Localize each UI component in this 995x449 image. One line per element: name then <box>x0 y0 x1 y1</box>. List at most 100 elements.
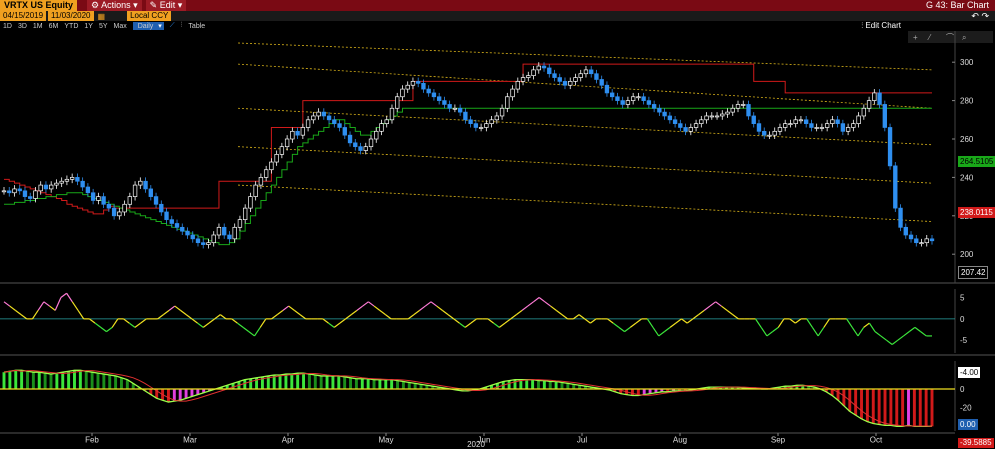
oscillator-segment <box>652 327 660 337</box>
candle-body <box>305 119 311 128</box>
histogram-bar <box>390 379 394 389</box>
period-6m[interactable]: 6M <box>49 23 59 30</box>
candle-body <box>169 219 174 224</box>
period-5y[interactable]: 5Y <box>99 23 108 30</box>
candle-body <box>43 184 49 190</box>
candle-body <box>353 142 358 148</box>
actions-menu-button[interactable]: ⚙ Actions ▾ <box>87 0 142 11</box>
histogram-bar <box>190 389 194 397</box>
oscillator-segment <box>254 327 261 337</box>
candle-body <box>803 119 809 124</box>
edit-chart-label: Edit Chart <box>865 21 901 30</box>
candle-body <box>651 104 657 109</box>
candle-body <box>589 69 594 75</box>
y-tick-label: 0 <box>960 385 965 394</box>
histogram-bar <box>907 389 910 426</box>
candle-body <box>159 203 164 213</box>
candle-body <box>80 180 85 188</box>
oscillator-panel: 5 0 -5 <box>0 289 995 356</box>
ticker-field[interactable]: VRTX US Equity <box>0 0 78 11</box>
oscillator-segment <box>789 318 796 324</box>
candle-body <box>667 115 673 121</box>
annotate-icon[interactable]: ⌒ <box>946 33 954 42</box>
line-chart-icon[interactable]: ⟋ <box>170 22 175 30</box>
oscillator-segment <box>550 305 557 311</box>
candle-body <box>311 115 316 121</box>
histogram-bar <box>912 389 916 427</box>
oscillator-segment <box>914 326 921 333</box>
candle-body <box>861 107 867 117</box>
currency-field[interactable]: Local CCY <box>127 11 172 21</box>
candle-body <box>12 188 17 194</box>
histogram-bar <box>2 372 6 389</box>
oscillator-segment <box>527 301 534 307</box>
candle-body <box>284 138 290 148</box>
oscillator-segment <box>533 297 540 303</box>
oscillator-segment <box>293 309 301 316</box>
undo-icon[interactable]: ↶ <box>971 11 979 21</box>
edit-chart-button[interactable]: ⫶ Edit Chart <box>861 21 901 31</box>
candlestick-icon[interactable]: ⫶ <box>181 22 183 30</box>
histogram-bar <box>642 389 646 395</box>
candle-body <box>237 219 243 228</box>
oscillator-segment <box>607 318 614 324</box>
histogram-bar <box>566 383 570 389</box>
histogram-bar <box>55 373 59 389</box>
candle-body <box>772 130 777 136</box>
candle-body <box>657 107 662 113</box>
function-title: G 43: Bar Chart <box>925 0 989 10</box>
candle-body <box>416 81 421 84</box>
candle-body <box>227 234 232 240</box>
x-tick-label: Oct <box>870 436 883 445</box>
zoom-icon[interactable]: ⌕ <box>962 33 966 42</box>
chart-area: + ⁄ ⌒ ⌕ 200220240260280300 50-5 200-20 F… <box>0 31 995 449</box>
oscillator-segment <box>140 318 147 324</box>
candle-body <box>704 115 709 121</box>
edit-menu-button[interactable]: ✎ Edit ▾ <box>145 0 187 11</box>
candle-body <box>877 92 882 105</box>
candle-body <box>201 242 206 245</box>
oscillator-segment <box>157 314 164 320</box>
candle-body <box>358 146 363 151</box>
period-max[interactable]: Max <box>114 23 127 30</box>
period-3d[interactable]: 3D <box>18 23 27 30</box>
support-value-tag: 264.5105 <box>958 156 995 167</box>
x-year-label: 2020 <box>467 440 485 449</box>
candle-body <box>793 119 798 124</box>
oscillator-segment <box>578 314 586 320</box>
y-tick-label: 200 <box>960 250 974 259</box>
histogram-bar <box>37 372 41 389</box>
candle-body <box>274 154 279 163</box>
histogram-bar <box>296 373 300 389</box>
start-date-field[interactable]: 04/15/2019 <box>0 11 47 21</box>
table-button[interactable]: Table <box>188 23 205 30</box>
calendar-icon[interactable]: ▦ <box>98 12 106 21</box>
histogram-bar <box>302 373 306 389</box>
period-ytd[interactable]: YTD <box>64 23 78 30</box>
oscillator-segment <box>646 318 654 328</box>
frequency-select[interactable]: Daily ▾ <box>132 22 164 30</box>
period-1m[interactable]: 1M <box>33 23 43 30</box>
support-line <box>4 107 932 246</box>
candle-body <box>594 73 599 80</box>
candle-body <box>300 127 306 136</box>
candle-body <box>253 184 258 197</box>
x-tick-label: Sep <box>771 436 786 445</box>
period-1d[interactable]: 1D <box>3 23 12 30</box>
oscillator-segment <box>590 318 597 324</box>
crosshair-icon[interactable]: + <box>913 33 918 42</box>
candle-body <box>59 180 64 184</box>
histogram-bar <box>114 375 118 389</box>
candle-body <box>248 196 253 209</box>
histogram-bar <box>630 389 634 396</box>
oscillator-segment <box>430 301 438 307</box>
candle-body <box>510 88 515 98</box>
redo-icon[interactable]: ↷ <box>981 11 989 21</box>
candle-body <box>573 77 578 82</box>
oscillator-segment <box>191 318 198 324</box>
period-1y[interactable]: 1Y <box>84 23 93 30</box>
oscillator-segment <box>174 305 181 311</box>
oscillator-segment <box>128 322 136 328</box>
end-date-field[interactable]: 11/03/2020 <box>48 11 94 21</box>
histogram-bar <box>354 378 358 389</box>
